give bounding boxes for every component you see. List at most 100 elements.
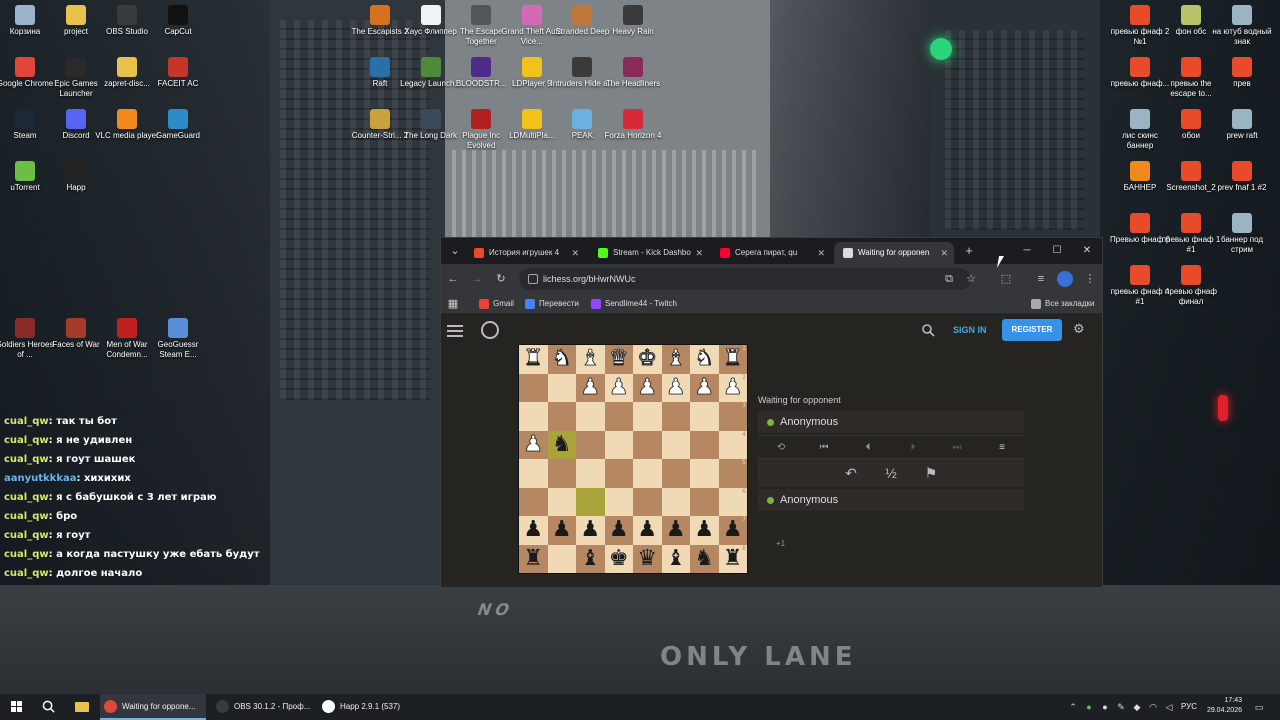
board-square[interactable]	[690, 459, 719, 488]
apps-grid-icon[interactable]: ▦	[445, 296, 461, 312]
bookmark-item[interactable]: Gmail	[479, 297, 514, 311]
file-explorer-icon[interactable]	[68, 694, 96, 720]
microphone-icon[interactable]: ●	[1100, 702, 1110, 712]
board-square[interactable]: ♟	[633, 516, 662, 545]
gear-icon[interactable]: ⚙	[1073, 321, 1085, 337]
board-square[interactable]: ♞	[547, 430, 576, 459]
board-square[interactable]	[519, 487, 548, 516]
board-square[interactable]: ♟ 7	[718, 516, 747, 545]
board-square[interactable]	[519, 373, 548, 402]
desktop-icon[interactable]: превью фнаф финал	[1159, 265, 1223, 307]
board-square[interactable]	[604, 459, 633, 488]
board-square[interactable]	[547, 544, 576, 573]
minimize-button[interactable]: ─	[1013, 241, 1041, 261]
chess-piece-black[interactable]: ♚	[609, 546, 629, 571]
tab-close-icon[interactable]: ✕	[817, 242, 825, 264]
top-player[interactable]: Anonymous	[758, 411, 1024, 433]
lichess-logo[interactable]	[481, 321, 499, 339]
desktop-icon[interactable]: CapCut	[146, 5, 210, 37]
board-square[interactable]: ♚	[604, 544, 633, 573]
chess-piece-black[interactable]: ♝	[580, 546, 600, 571]
board-square[interactable]	[661, 402, 690, 431]
tab-close-icon[interactable]: ✕	[940, 242, 948, 264]
chess-piece-white[interactable]: ♝	[580, 346, 601, 372]
desktop-icon[interactable]: Heavy Rain	[601, 5, 665, 37]
board-square[interactable]	[604, 430, 633, 459]
volume-icon[interactable]: ◁	[1164, 702, 1174, 712]
chess-piece-white[interactable]: ♟	[637, 374, 658, 400]
browser-tab[interactable]: Waiting for opponen ✕	[834, 242, 954, 264]
prev-move-icon[interactable]: ⏴	[860, 440, 876, 456]
chess-piece-white[interactable]: ♞	[551, 346, 572, 372]
wifi-icon[interactable]: ◠	[1148, 702, 1158, 712]
register-button[interactable]: REGISTER	[1002, 319, 1062, 341]
board-square[interactable]: ♟	[604, 516, 633, 545]
chess-piece-white[interactable]: ♟	[694, 374, 715, 400]
address-bar[interactable]: lichess.org/bHwrNWUc	[519, 268, 971, 290]
board-square[interactable]: ♟	[576, 516, 605, 545]
board-square[interactable]	[576, 459, 605, 488]
board-square[interactable]: ♞	[547, 345, 576, 374]
desktop-icon[interactable]: GameGuard	[146, 109, 210, 141]
browser-menu-icon[interactable]: ⋮	[1082, 271, 1098, 287]
board-square[interactable]: ♚	[633, 345, 662, 374]
board-square[interactable]: ♜ 1	[718, 345, 747, 374]
board-square[interactable]: ♟ 2	[718, 373, 747, 402]
board-square[interactable]	[547, 402, 576, 431]
first-move-icon[interactable]: ⏮	[816, 440, 832, 456]
chess-piece-black[interactable]: ♜	[523, 546, 543, 571]
chess-board[interactable]: ♜ ♞ ♝ ♛ ♚ ♝ ♞ ♜ 1 ♟ ♟ ♟ ♟ ♟ ♟ 2 3 ♟ ♞ 4 5 6 ♟ ♟ ♟ ♟ ♟ ♟ ♟ ♟ 7 ♜ ♝ f ♚ ♛ ♝ ♞ ♜ 8	[518, 344, 748, 574]
install-app-icon[interactable]: ⧉	[941, 271, 957, 287]
bookmark-item[interactable]: Sendlime44 - Twitch	[591, 297, 677, 311]
language-indicator[interactable]: РУС	[1181, 694, 1197, 720]
bottom-player[interactable]: Anonymous	[758, 489, 1024, 511]
board-square[interactable]	[633, 430, 662, 459]
site-info-icon[interactable]	[528, 274, 538, 284]
chess-piece-white[interactable]: ♟	[523, 431, 544, 457]
reload-button[interactable]: ↻	[493, 271, 509, 287]
new-tab-button[interactable]: +	[961, 243, 977, 259]
board-square[interactable]: ♟	[547, 516, 576, 545]
board-square[interactable]: ♝	[576, 345, 605, 374]
board-square[interactable]	[576, 487, 605, 516]
tab-search-icon[interactable]: ⌄	[447, 243, 463, 259]
chess-piece-black[interactable]: ♟	[637, 517, 657, 542]
bookmark-item[interactable]: Перевести	[525, 297, 579, 311]
chess-piece-white[interactable]: ♟	[580, 374, 601, 400]
media-control-icon[interactable]: ≡	[1033, 271, 1049, 287]
tab-close-icon[interactable]: ✕	[571, 242, 579, 264]
forward-button[interactable]: →	[469, 271, 485, 287]
taskbar-app-button[interactable]: Happ 2.9.1 (537)	[318, 694, 408, 720]
chess-piece-white[interactable]: ♛	[608, 346, 629, 372]
search-icon[interactable]	[921, 323, 935, 337]
chess-piece-white[interactable]: ♚	[637, 346, 658, 372]
desktop-icon[interactable]: баннер под стрим	[1210, 213, 1274, 255]
menu-hamburger-icon[interactable]	[447, 325, 463, 337]
chess-piece-white[interactable]: ♜	[722, 346, 743, 372]
start-button[interactable]	[2, 694, 30, 720]
chess-piece-black[interactable]: ♛	[637, 546, 657, 571]
board-square[interactable]: ♟	[604, 373, 633, 402]
browser-tab[interactable]: Серега пират, qu ✕	[711, 242, 831, 264]
profile-avatar[interactable]	[1057, 271, 1073, 287]
taskbar-app-button[interactable]: OBS 30.1.2 - Проф...	[212, 694, 312, 720]
board-square[interactable]	[690, 487, 719, 516]
board-square[interactable]	[633, 487, 662, 516]
chess-piece-black[interactable]: ♟	[552, 517, 572, 542]
board-square[interactable]	[690, 402, 719, 431]
board-square[interactable]: ♟	[661, 373, 690, 402]
maximize-button[interactable]: ☐	[1043, 241, 1071, 261]
desktop-icon[interactable]: Forza Horizon 4	[601, 109, 665, 141]
desktop-icon[interactable]: GeoGuessr Steam E...	[146, 318, 210, 360]
board-square[interactable]: 4	[718, 430, 747, 459]
board-square[interactable]: ♞	[690, 544, 719, 573]
chess-piece-black[interactable]: ♞	[694, 546, 714, 571]
chess-piece-black[interactable]: ♟	[666, 517, 686, 542]
resign-flag-icon[interactable]: ⚑	[921, 463, 941, 483]
board-square[interactable]: 5	[718, 459, 747, 488]
desktop-icon[interactable]: The Headliners	[601, 57, 665, 89]
board-square[interactable]	[604, 402, 633, 431]
chess-piece-black[interactable]: ♟	[523, 517, 543, 542]
board-square[interactable]: ♟	[661, 516, 690, 545]
next-move-icon[interactable]: ⏵	[905, 440, 921, 456]
